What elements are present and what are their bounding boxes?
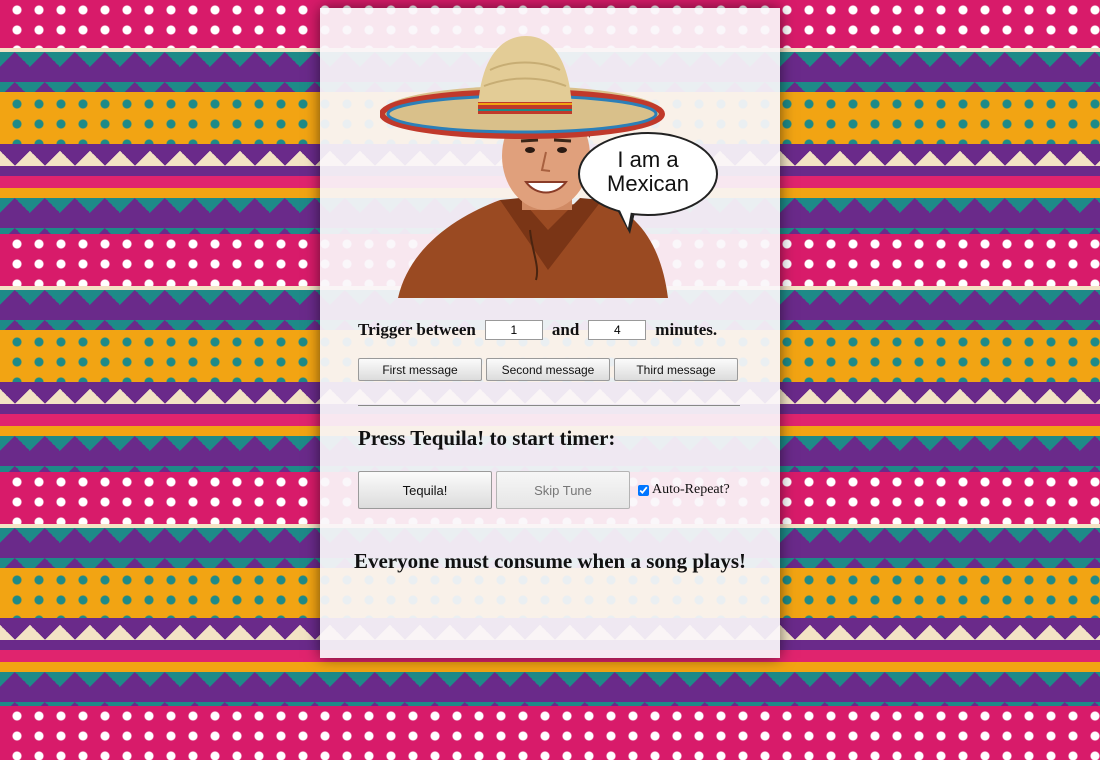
first-message-button[interactable]: First message [358, 358, 482, 381]
divider [358, 405, 740, 407]
second-message-button[interactable]: Second message [486, 358, 610, 381]
tequila-button[interactable]: Tequila! [358, 471, 492, 509]
pattern-band [0, 672, 1100, 706]
auto-repeat-option[interactable]: Auto-Repeat? [638, 482, 730, 498]
max-minutes-input[interactable] [588, 320, 647, 340]
speech-bubble: I am a Mexican [578, 132, 718, 216]
auto-repeat-label: Auto-Repeat? [652, 482, 730, 497]
min-minutes-input[interactable] [484, 320, 543, 340]
main-panel: I am a Mexican Trigger between and minut… [320, 8, 780, 658]
timer-title: Press Tequila! to start timer: [358, 426, 616, 450]
auto-repeat-checkbox[interactable] [638, 484, 649, 496]
third-message-button[interactable]: Third message [614, 358, 738, 381]
trigger-label-after: minutes. [655, 320, 718, 339]
skip-tune-button[interactable]: Skip Tune [496, 471, 630, 509]
message-buttons: First message Second message Third messa… [358, 358, 738, 381]
trigger-label-middle: and [551, 320, 580, 339]
pattern-band [0, 662, 1100, 672]
action-row: Tequila! Skip Tune Auto-Repeat? [358, 471, 730, 509]
speech-bubble-tail-fill [618, 206, 632, 228]
footer-message: Everyone must consume when a song plays! [353, 549, 747, 573]
trigger-row: Trigger between and minutes. [358, 320, 726, 340]
speech-bubble-text: I am a Mexican [607, 147, 689, 196]
pattern-band [0, 706, 1100, 760]
trigger-label-before: Trigger between [358, 320, 476, 339]
